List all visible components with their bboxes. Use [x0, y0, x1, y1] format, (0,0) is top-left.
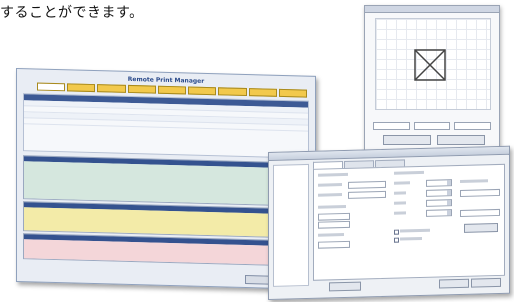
table-cell [65, 101, 106, 107]
text-field[interactable] [348, 190, 386, 199]
table-cell [65, 119, 106, 125]
table-cell [267, 107, 308, 113]
table-cell [65, 107, 106, 113]
table-cell [24, 106, 65, 112]
tab-1[interactable] [37, 82, 66, 92]
dropdown-select[interactable] [426, 199, 452, 207]
table-cell [186, 116, 227, 122]
preview-field[interactable] [373, 121, 410, 130]
table-cell [24, 118, 65, 124]
tab-6[interactable] [188, 86, 217, 96]
tab-5[interactable] [157, 85, 187, 95]
settings-dialog [268, 145, 510, 300]
text-field[interactable] [318, 220, 350, 229]
dialog-button[interactable] [329, 281, 361, 292]
placeholder-box-icon[interactable] [414, 49, 446, 81]
field-label [318, 193, 342, 197]
table-cell [227, 106, 268, 112]
checkbox[interactable] [394, 229, 399, 235]
table-cell [227, 124, 268, 130]
field-label [318, 233, 344, 237]
checkbox[interactable] [394, 237, 399, 243]
table-cell [24, 100, 65, 106]
caption-text: することができます。 [0, 5, 144, 21]
field-label [394, 191, 406, 195]
table-cell [146, 109, 187, 115]
table-cell [146, 121, 187, 127]
checkbox-label [400, 236, 422, 241]
section-pink [23, 233, 309, 267]
text-field[interactable] [460, 188, 500, 197]
text-field[interactable] [460, 208, 500, 217]
checkbox-label [400, 228, 430, 233]
table-cell [105, 114, 146, 120]
field-label [394, 211, 406, 215]
field-label [318, 172, 348, 177]
tab-7[interactable] [218, 87, 247, 97]
table-cell [186, 104, 227, 110]
preview-titlebar [365, 6, 499, 13]
tab-9[interactable] [278, 88, 307, 98]
field-label [394, 181, 410, 185]
tab-2[interactable] [67, 83, 96, 93]
preview-cancel-button[interactable] [437, 135, 485, 145]
field-label [394, 170, 424, 175]
panel-button[interactable] [464, 222, 498, 233]
dropdown-select[interactable] [426, 209, 452, 217]
section-yellow [23, 201, 309, 239]
field-label [394, 201, 406, 205]
section-green [23, 155, 309, 207]
table-cell [105, 108, 146, 114]
field-label [318, 183, 342, 187]
settings-tree [273, 163, 309, 287]
table-cell [267, 119, 308, 125]
preview-fields [373, 121, 492, 130]
table-cell [267, 113, 308, 119]
table-cell [105, 120, 146, 126]
preview-window [364, 5, 500, 153]
dropdown-select[interactable] [426, 179, 452, 187]
dropdown-select[interactable] [426, 189, 452, 197]
dialog-panel [313, 163, 505, 281]
table-cell [65, 113, 106, 119]
text-field[interactable] [318, 240, 350, 249]
tree-item[interactable] [274, 169, 308, 172]
field-label [318, 204, 346, 209]
table-cell [186, 110, 227, 116]
cancel-button[interactable] [471, 277, 501, 288]
section-body[interactable] [24, 161, 308, 206]
table-cell [146, 103, 187, 109]
tab-4[interactable] [127, 84, 156, 94]
text-field[interactable] [318, 212, 350, 221]
table-cell [227, 118, 268, 124]
preview-field[interactable] [413, 121, 451, 130]
table-cell [146, 115, 187, 121]
text-field[interactable] [348, 180, 386, 189]
tab-3[interactable] [97, 84, 126, 93]
job-table [23, 93, 309, 159]
table-cell [227, 112, 268, 118]
table-cell [24, 112, 65, 118]
table-cell [186, 122, 227, 128]
preview-canvas[interactable] [375, 18, 491, 110]
preview-ok-button[interactable] [383, 135, 431, 145]
table-cell [105, 102, 146, 108]
preview-field[interactable] [454, 121, 492, 130]
field-label [460, 179, 488, 183]
ok-button[interactable] [439, 278, 469, 289]
table-cell [267, 125, 308, 131]
tab-8[interactable] [248, 88, 277, 97]
